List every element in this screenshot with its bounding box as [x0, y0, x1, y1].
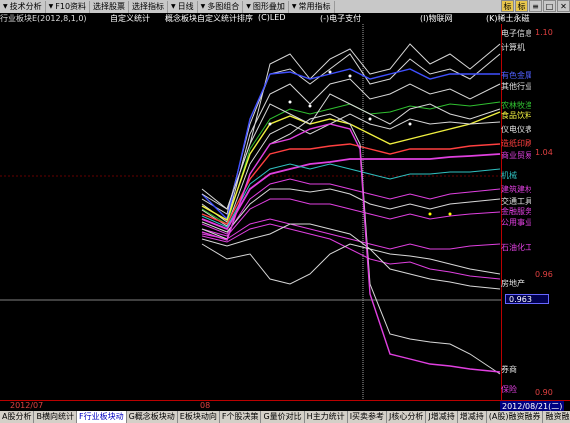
series-label[interactable]: 商业贸易 [501, 150, 533, 161]
tech-analysis-menu[interactable]: ▼ 技术分析 [0, 0, 46, 13]
common-indicator-button[interactable]: ▼ 常用指标 [289, 0, 335, 13]
tab-stock-decision[interactable]: F个股决策 [220, 411, 262, 423]
scale-tick: 1.04 [535, 148, 553, 157]
scale-tick: 0.90 [535, 388, 553, 397]
series-label[interactable]: 其他行业 [501, 81, 533, 92]
tab-trade-ref[interactable]: I买卖参考 [348, 411, 388, 423]
date-start: 2012/07 [10, 401, 44, 410]
dropdown-arrow-icon: ▼ [48, 3, 54, 10]
toolbar: ▼ 技术分析 ▼ F10资料 选择股票 选择指标 ▼ 日线 ▼ 多图组合 ▼ 图形叠加 ▼… [0, 0, 570, 14]
f10-button[interactable]: ▼ F10资料 [46, 0, 91, 13]
close-icon[interactable]: ✕ [557, 0, 570, 12]
series-label[interactable]: 券商 [501, 364, 517, 375]
multi-chart-button[interactable]: ▼ 多图组合 [198, 0, 244, 13]
select-indicator-button[interactable]: 选择指标 [129, 0, 169, 13]
date-mid: 08 [200, 401, 211, 410]
dropdown-arrow-icon: ▼ [291, 3, 297, 10]
overlay-button[interactable]: ▼ 图形叠加 [243, 0, 289, 13]
chart-title: 概念板块自定义统计排序 [165, 14, 253, 23]
series-label[interactable]: 有色金属 [501, 70, 533, 81]
dropdown-arrow-icon: ▼ [246, 3, 251, 10]
scale-tick: 1.10 [535, 28, 553, 37]
series-label-column: 电子信息 计算机 有色金属 其他行业 农林牧渔 食品饮料 仪电仪表 造纸印刷 商… [0, 24, 570, 400]
stat-label: 自定义统计 [110, 14, 150, 23]
bottom-tab-bar: A股分析 B横向统计 F行业板块动 G概念板块动 E板块动向 F个股决策 G量价… [0, 411, 570, 423]
legend-rare-earth: (K)稀土永磁 [486, 14, 530, 23]
tab-margin[interactable]: 融资融券 [543, 411, 570, 423]
series-label[interactable]: 公用事业 [501, 217, 533, 228]
scale-tick: 0.96 [535, 270, 553, 279]
tab-margin-a[interactable]: (A股)融资融券 [487, 411, 544, 423]
select-stock-button[interactable]: 选择股票 [90, 0, 130, 13]
series-label[interactable]: 仪电仪表 [501, 124, 533, 135]
dropdown-arrow-icon: ▼ [3, 3, 8, 10]
tab-a-share[interactable]: A股分析 [0, 411, 35, 423]
series-label[interactable]: 石油化工 [501, 242, 533, 253]
dropdown-arrow-icon: ▼ [200, 3, 206, 10]
series-label[interactable]: 造纸印刷 [501, 138, 533, 149]
tab-horizontal-stat[interactable]: B横向统计 [34, 411, 77, 423]
tab-holdings-change[interactable]: J增减持 [426, 411, 458, 423]
series-label[interactable]: 计算机 [501, 42, 525, 53]
series-label[interactable]: 保险 [501, 384, 517, 395]
tab-industry-sector[interactable]: F行业板块动 [76, 411, 127, 423]
series-label[interactable]: 电子信息 [501, 28, 533, 39]
series-label[interactable]: 食品饮料 [501, 110, 533, 121]
menu-icon[interactable]: ≡ [529, 0, 542, 12]
tab-sector-trend[interactable]: E板块动向 [178, 411, 220, 423]
chart-header: 行业板块E(2012,8,1,0) 自定义统计 概念板块自定义统计排序 (C)L… [0, 13, 570, 24]
series-label[interactable]: 金融服务 [501, 206, 533, 217]
current-value-box: 0.963 [505, 294, 549, 304]
mark-icon[interactable]: 标 [501, 0, 514, 12]
tab-concept-sector[interactable]: G概念板块动 [127, 411, 178, 423]
value-scale: 1.10 1.04 0.96 0.90 [531, 24, 570, 400]
legend-epay: (-)电子支付 [320, 14, 362, 23]
period-daily-button[interactable]: ▼ 日线 [168, 0, 198, 13]
index-formula: 行业板块E(2012,8,1,0) [0, 14, 87, 23]
series-label[interactable]: 房地产 [501, 278, 525, 289]
tab-core-analysis[interactable]: J核心分析 [387, 411, 427, 423]
maximize-icon[interactable]: □ [543, 0, 556, 12]
tab-holdings[interactable]: 增减持 [458, 411, 487, 423]
series-label[interactable]: 建筑建材 [501, 184, 533, 195]
tab-main-force[interactable]: H主力统计 [305, 411, 348, 423]
legend-led: (C)LED [258, 13, 286, 22]
legend-iot: (I)物联网 [420, 14, 453, 23]
tab-volume-price[interactable]: G量价对比 [261, 411, 305, 423]
mark-icon[interactable]: 标 [515, 0, 528, 12]
dropdown-arrow-icon: ▼ [171, 3, 176, 10]
series-label[interactable]: 机械 [501, 170, 517, 181]
